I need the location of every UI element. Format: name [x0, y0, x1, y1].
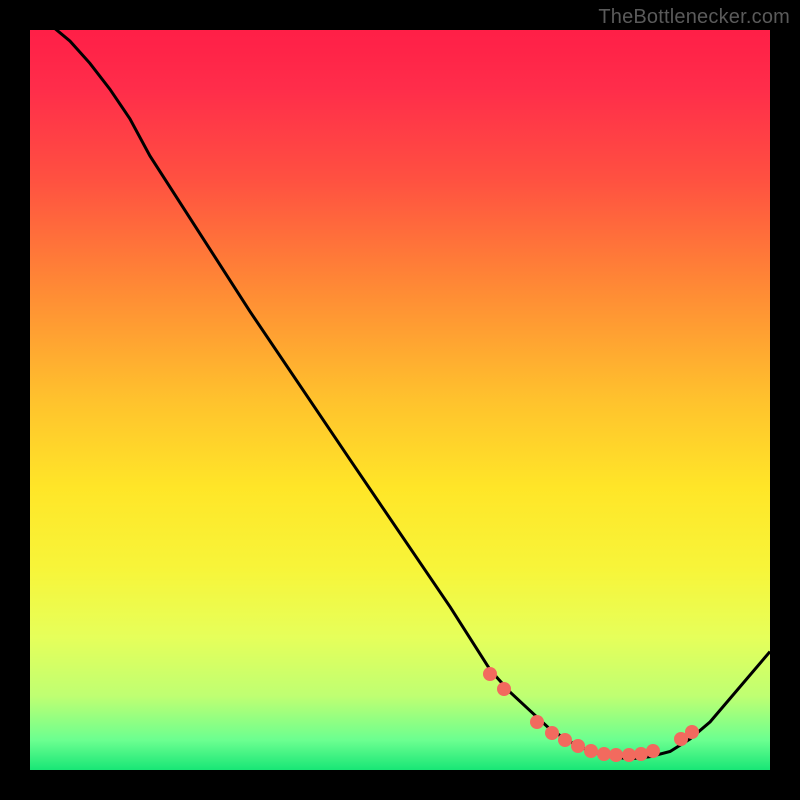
- curve-marker: [685, 725, 699, 739]
- curve-marker: [545, 726, 559, 740]
- attribution-label: TheBottlenecker.com: [598, 6, 790, 29]
- plot-area: [30, 30, 770, 770]
- chart-stage: TheBottlenecker.com: [0, 0, 800, 800]
- curve-marker: [530, 715, 544, 729]
- curve-marker: [497, 682, 511, 696]
- curve-marker: [646, 744, 660, 758]
- curve-marker: [584, 744, 598, 758]
- curve-marker: [571, 739, 585, 753]
- curve-marker: [483, 667, 497, 681]
- marker-layer: [30, 30, 770, 770]
- curve-marker: [558, 733, 572, 747]
- curve-marker: [609, 748, 623, 762]
